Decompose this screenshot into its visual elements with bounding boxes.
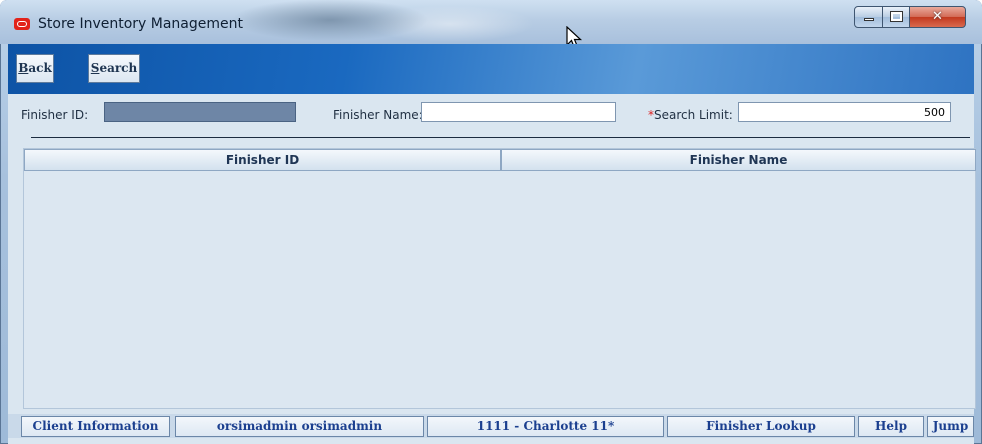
- status-bar: Client Information orsimadmin orsimadmin…: [8, 414, 974, 438]
- close-button[interactable]: ✕: [909, 6, 966, 28]
- window-title: Store Inventory Management: [38, 16, 243, 32]
- screen-status: Finisher Lookup: [667, 416, 855, 437]
- finisher-name-field[interactable]: [421, 102, 616, 122]
- minimize-button[interactable]: [854, 6, 883, 28]
- column-header-finisher-id[interactable]: Finisher ID: [24, 149, 501, 171]
- maximize-button[interactable]: [882, 6, 910, 28]
- main-content: Finisher ID: Finisher Name: *Search Limi…: [8, 94, 976, 444]
- minimize-icon: [864, 18, 874, 21]
- divider: [31, 137, 970, 138]
- application-window: Store Inventory Management ✕ Back Search…: [0, 0, 982, 444]
- back-button[interactable]: Back: [16, 54, 54, 83]
- search-button[interactable]: Search: [88, 54, 140, 83]
- help-button[interactable]: Help: [858, 416, 924, 437]
- toolbar: Back Search: [8, 44, 974, 94]
- client-information-button[interactable]: Client Information: [21, 416, 170, 437]
- store-status: 1111 - Charlotte 11*: [427, 416, 664, 437]
- oracle-app-icon: [14, 18, 30, 30]
- search-limit-field[interactable]: [738, 102, 951, 122]
- finisher-name-label: Finisher Name:: [333, 108, 423, 122]
- finisher-id-field[interactable]: [104, 102, 296, 122]
- close-icon: ✕: [932, 9, 943, 24]
- user-status: orsimadmin orsimadmin: [175, 416, 424, 437]
- search-limit-label-text: Search Limit:: [654, 108, 733, 122]
- maximize-icon: [890, 11, 903, 22]
- finisher-id-label: Finisher ID:: [21, 108, 89, 122]
- column-header-finisher-name[interactable]: Finisher Name: [501, 149, 976, 171]
- results-table[interactable]: Finisher ID Finisher Name: [23, 148, 976, 409]
- title-bar[interactable]: Store Inventory Management ✕: [0, 0, 982, 49]
- search-limit-label: *Search Limit:: [648, 108, 733, 122]
- jump-button[interactable]: Jump: [927, 416, 974, 437]
